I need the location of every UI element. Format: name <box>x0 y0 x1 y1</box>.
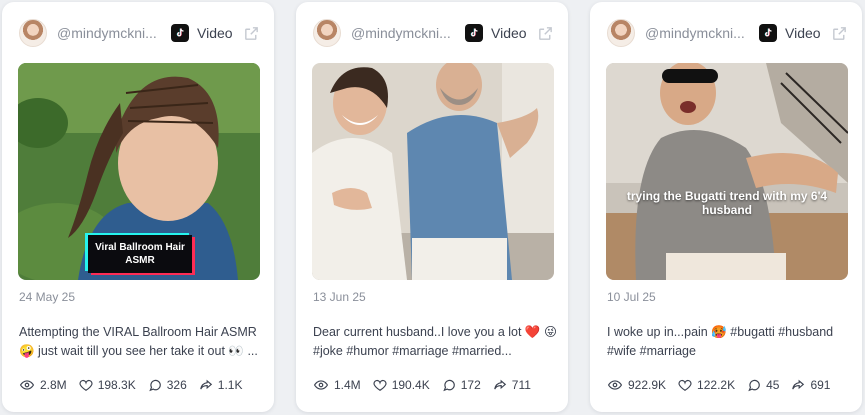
post-caption: Attempting the VIRAL Ballroom Hair ASMR … <box>19 325 258 358</box>
external-link-icon[interactable] <box>242 24 260 42</box>
video-thumbnail[interactable]: Viral Ballroom Hair ASMR <box>18 63 260 280</box>
post-caption: I woke up in...pain 🥵 #bugatti #husband … <box>607 325 834 358</box>
comment-icon <box>149 379 161 392</box>
shares-stat: 691 <box>791 378 830 392</box>
eye-icon <box>313 380 329 390</box>
avatar[interactable] <box>313 19 341 47</box>
video-thumbnail[interactable]: trying the Bugatti trend with my 6'4 hus… <box>606 63 848 280</box>
comment-icon <box>748 379 760 392</box>
views-count: 1.4M <box>334 378 361 392</box>
creator-handle[interactable]: @mindymckni... <box>351 25 455 41</box>
views-count: 2.8M <box>40 378 67 392</box>
engagement-stats: 1.4M 190.4K 172 711 <box>313 378 543 392</box>
likes-stat: 190.4K <box>373 378 430 392</box>
comments-stat: 172 <box>442 378 481 392</box>
likes-count: 198.3K <box>97 378 136 392</box>
post-card-2[interactable]: @mindymckni... Video 13 Jun 25 Dear curr… <box>296 2 568 412</box>
shares-count: 691 <box>810 378 831 392</box>
likes-stat: 198.3K <box>79 378 136 392</box>
comments-count: 326 <box>166 378 187 392</box>
likes-count: 122.2K <box>697 378 736 392</box>
comments-count: 172 <box>460 378 481 392</box>
external-link-icon[interactable] <box>536 24 554 42</box>
eye-icon <box>607 380 623 390</box>
platform-label: Video <box>197 25 233 41</box>
shares-count: 711 <box>511 378 531 392</box>
creator-handle[interactable]: @mindymckni... <box>645 25 749 41</box>
creator-handle[interactable]: @mindymckni... <box>57 25 161 41</box>
shares-stat: 711 <box>493 378 531 392</box>
shares-count: 1.1K <box>217 378 243 392</box>
post-date: 10 Jul 25 <box>607 290 656 304</box>
likes-count: 190.4K <box>391 378 430 392</box>
video-thumbnail[interactable] <box>312 63 554 280</box>
post-card-1[interactable]: @mindymckni... Video Viral Ballroom Hair… <box>2 2 274 412</box>
views-stat: 1.4M <box>313 378 361 392</box>
post-date: 24 May 25 <box>19 290 76 304</box>
post-caption: Dear current husband..I love you a lot ❤… <box>313 325 557 358</box>
comments-count: 45 <box>766 378 780 392</box>
video-overlay-caption: trying the Bugatti trend with my 6'4 hus… <box>626 189 828 217</box>
comment-icon <box>443 379 455 392</box>
share-icon <box>493 379 506 390</box>
engagement-stats: 922.9K 122.2K 45 691 <box>607 378 842 392</box>
platform-label: Video <box>491 25 527 41</box>
comments-stat: 326 <box>148 378 187 392</box>
heart-icon <box>373 379 387 391</box>
video-overlay-caption: Viral Ballroom Hair ASMR <box>88 235 192 273</box>
views-stat: 2.8M <box>19 378 67 392</box>
card-header: @mindymckni... Video <box>607 18 848 48</box>
comments-stat: 45 <box>747 378 779 392</box>
heart-icon <box>79 379 93 391</box>
engagement-stats: 2.8M 198.3K 326 1.1K <box>19 378 254 392</box>
share-icon <box>199 379 212 390</box>
post-date: 13 Jun 25 <box>313 290 366 304</box>
external-link-icon[interactable] <box>830 24 848 42</box>
share-icon <box>792 379 805 390</box>
heart-icon <box>678 379 692 391</box>
likes-stat: 122.2K <box>678 378 735 392</box>
tiktok-icon <box>465 24 483 42</box>
card-header: @mindymckni... Video <box>313 18 554 48</box>
avatar[interactable] <box>607 19 635 47</box>
views-stat: 922.9K <box>607 378 666 392</box>
post-card-3[interactable]: @mindymckni... Video trying the Bugatti … <box>590 2 862 412</box>
card-header: @mindymckni... Video <box>19 18 260 48</box>
platform-label: Video <box>785 25 821 41</box>
avatar[interactable] <box>19 19 47 47</box>
thumbnail-image <box>606 63 848 280</box>
eye-icon <box>19 380 35 390</box>
shares-stat: 1.1K <box>199 378 243 392</box>
thumbnail-image <box>312 63 554 280</box>
tiktok-icon <box>171 24 189 42</box>
tiktok-icon <box>759 24 777 42</box>
views-count: 922.9K <box>628 378 667 392</box>
